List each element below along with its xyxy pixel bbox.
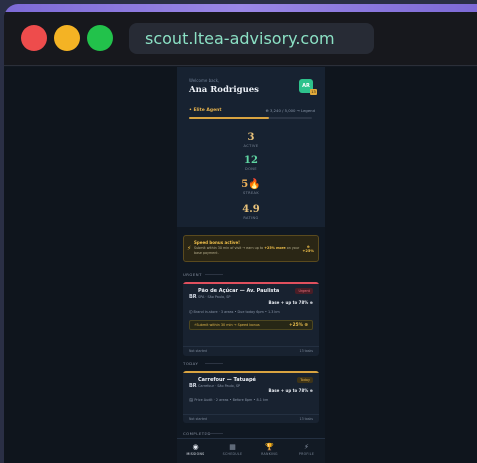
bonus-desc-prefix: Submit within 30 min of visit → earn up … bbox=[194, 246, 264, 250]
nav-label: SCHEDULE bbox=[222, 452, 243, 456]
task-count: 13 tasks bbox=[299, 349, 313, 353]
store-icon: BR bbox=[189, 294, 197, 300]
stat-label: ACTIVE bbox=[243, 144, 259, 148]
trophy-icon: 🏆 bbox=[265, 443, 274, 451]
calendar-icon: ▦ bbox=[229, 443, 236, 451]
section-today: TODAY bbox=[183, 361, 224, 366]
progress-status: Not started bbox=[189, 417, 208, 421]
stat-value: 4.9 bbox=[242, 204, 260, 215]
payment-info: Base + up to 78% ⊕ bbox=[268, 300, 313, 305]
profile-header: Welcome back, Ana Rodrigues AR 13 • Elit… bbox=[177, 67, 325, 227]
mobile-app: Welcome back, Ana Rodrigues AR 13 • Elit… bbox=[177, 67, 325, 463]
payment-info: Base + up to 78% ⊕ bbox=[268, 388, 313, 393]
browser-window: scout.ltea-advisory.com Welcome back, An… bbox=[4, 4, 477, 463]
welcome-text: Welcome back, bbox=[189, 78, 220, 83]
mission-subtitle: Carrefour · São Paulo, SP bbox=[198, 384, 241, 388]
section-completed: COMPLETED bbox=[183, 431, 223, 436]
points-progress-text: ⊕ 3,240 / 5,000 → Legend bbox=[265, 108, 315, 113]
nav-missions[interactable]: ◉ MISSIONS bbox=[177, 442, 214, 456]
nav-profile[interactable]: ⚡ PROFILE bbox=[288, 442, 325, 456]
bonus-value: +25% bbox=[302, 249, 314, 253]
card-accent bbox=[183, 282, 319, 284]
bonus-title: Speed bonus active! bbox=[194, 240, 241, 245]
stat-value: 12 bbox=[244, 155, 258, 166]
task-count: 13 tasks bbox=[299, 417, 313, 421]
stat-done: 12 DONE bbox=[177, 155, 325, 171]
nav-label: PROFILE bbox=[298, 452, 315, 456]
progress-status: Not started bbox=[189, 349, 208, 353]
close-window-button[interactable] bbox=[21, 25, 47, 51]
xp-progress-fill bbox=[189, 117, 269, 119]
level-badge: 13 bbox=[310, 89, 317, 95]
bonus-desc-highlight: +25% more bbox=[264, 246, 286, 250]
rank-label: • Elite Agent bbox=[189, 108, 222, 113]
speed-bonus-banner[interactable]: ⚡ Speed bonus active! Submit within 30 m… bbox=[183, 235, 319, 262]
mission-subtitle: SPA · São Paulo, SP bbox=[198, 295, 231, 299]
stat-streak: 5🔥 STREAK bbox=[177, 179, 325, 195]
stat-rating: 4.9 RATING bbox=[177, 204, 325, 220]
nav-label: RANKING bbox=[261, 452, 278, 456]
nav-label: MISSIONS bbox=[186, 452, 205, 456]
nav-ranking[interactable]: 🏆 RANKING bbox=[251, 442, 288, 456]
section-urgent: URGENT bbox=[183, 272, 223, 277]
card-accent bbox=[183, 371, 319, 373]
promo-text: ⚡Submit within 30 min → Speed bonus bbox=[194, 323, 260, 327]
address-bar[interactable]: scout.ltea-advisory.com bbox=[129, 23, 374, 54]
card-footer: Not started 13 tasks bbox=[183, 346, 319, 355]
store-icon: BR bbox=[189, 383, 197, 389]
stat-value: 3 bbox=[247, 132, 255, 143]
minimize-window-button[interactable] bbox=[54, 25, 80, 51]
browser-titlebar: scout.ltea-advisory.com bbox=[4, 12, 477, 66]
stat-label: STREAK bbox=[242, 191, 260, 195]
stat-label: RATING bbox=[243, 216, 259, 220]
stat-label: DONE bbox=[245, 167, 257, 171]
status-badge: Urgent bbox=[295, 288, 313, 294]
mission-card-today[interactable]: BR Carrefour — Tatuapé Carrefour · São P… bbox=[183, 371, 319, 423]
bottom-nav: ◉ MISSIONS ▦ SCHEDULE 🏆 RANKING ⚡ PROFIL… bbox=[177, 438, 325, 463]
stat-active: 3 ACTIVE bbox=[177, 132, 325, 148]
card-footer: Not started 13 tasks bbox=[183, 414, 319, 423]
missions-icon: ◉ bbox=[192, 443, 199, 451]
xp-progress-bar bbox=[189, 117, 312, 119]
status-badge: Today bbox=[297, 377, 313, 383]
maximize-window-button[interactable] bbox=[87, 25, 113, 51]
nav-schedule[interactable]: ▦ SCHEDULE bbox=[214, 442, 251, 456]
speed-bonus-chip[interactable]: ⚡Submit within 30 min → Speed bonus +25%… bbox=[189, 320, 313, 330]
promo-value: +25% ⊕ bbox=[289, 322, 308, 328]
mission-meta: 🛈 Brand in-store · 3 areas • Due today 6… bbox=[189, 310, 280, 314]
mission-title: Carrefour — Tatuapé bbox=[198, 377, 256, 383]
user-name: Ana Rodrigues bbox=[189, 85, 259, 95]
stat-value: 5🔥 bbox=[241, 179, 261, 190]
mission-meta: 🗒 Price Audit · 2 areas • Before 8pm • 8… bbox=[189, 398, 269, 402]
page-content: Welcome back, Ana Rodrigues AR 13 • Elit… bbox=[4, 67, 477, 463]
bonus-badge: ⊕ +25% bbox=[302, 245, 314, 253]
bonus-description: Submit within 30 min of visit → earn up … bbox=[194, 246, 304, 255]
mission-title: Pão de Açúcar — Av. Paulista bbox=[198, 288, 280, 294]
lightning-icon: ⚡ bbox=[304, 443, 309, 451]
mission-card-urgent[interactable]: BR Pão de Açúcar — Av. Paulista SPA · Sã… bbox=[183, 282, 319, 356]
lightning-icon: ⚡ bbox=[187, 245, 192, 252]
